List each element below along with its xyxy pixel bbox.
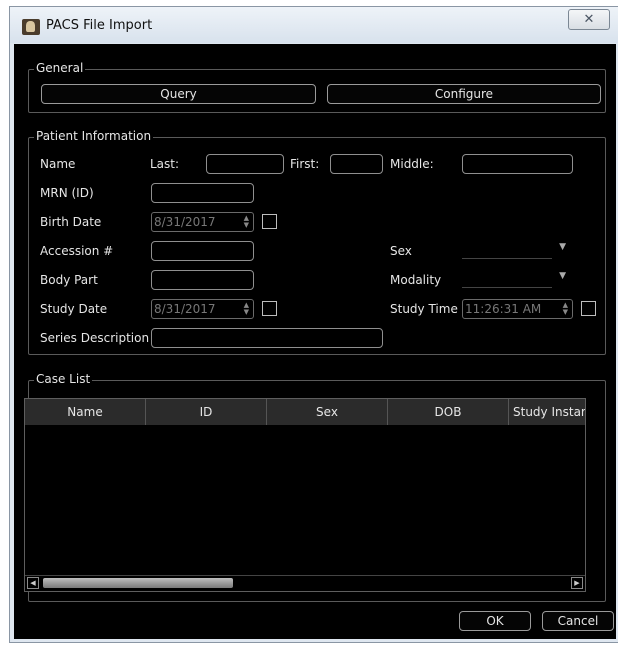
- mrn-input[interactable]: [151, 183, 254, 203]
- last-name-input[interactable]: [206, 154, 284, 174]
- column-header-id[interactable]: ID: [146, 399, 267, 425]
- window-title: PACS File Import: [46, 18, 153, 33]
- column-header-name[interactable]: Name: [25, 399, 146, 425]
- ok-button[interactable]: OK: [459, 611, 531, 631]
- scroll-left-icon[interactable]: ◀: [27, 577, 39, 589]
- patient-info-group-title: Patient Information: [34, 129, 154, 143]
- study-time-value: 11:26:31 AM: [465, 302, 542, 316]
- patient-info-group: Patient Information Name Last: First: Mi…: [28, 129, 606, 355]
- sex-label: Sex: [390, 244, 412, 258]
- case-list-group-title: Case List: [34, 372, 93, 386]
- general-group-title: General: [34, 61, 86, 75]
- body-part-input[interactable]: [151, 270, 254, 290]
- chevron-down-icon[interactable]: ▼: [559, 271, 566, 281]
- study-time-picker[interactable]: 11:26:31 AM ▲ ▼: [462, 299, 573, 319]
- scroll-right-icon[interactable]: ▶: [571, 577, 583, 589]
- pacs-import-window: PACS File Import ✕ General Query Configu…: [9, 6, 618, 643]
- title-bar: PACS File Import ✕: [10, 7, 618, 43]
- accession-label: Accession #: [40, 244, 114, 258]
- birth-date-label: Birth Date: [40, 215, 102, 229]
- column-header-dob[interactable]: DOB: [388, 399, 509, 425]
- first-name-label: First:: [290, 157, 320, 171]
- spin-arrows-icon[interactable]: ▲ ▼: [244, 215, 249, 229]
- first-name-input[interactable]: [330, 154, 383, 174]
- column-header-study-instance[interactable]: Study Instar: [509, 399, 585, 425]
- general-group: General Query Configure: [28, 61, 606, 113]
- modality-select[interactable]: ▼: [462, 270, 566, 288]
- last-name-label: Last:: [150, 157, 180, 171]
- middle-name-input[interactable]: [462, 154, 573, 174]
- mrn-label: MRN (ID): [40, 186, 94, 200]
- query-button[interactable]: Query: [41, 84, 316, 104]
- modality-label: Modality: [390, 273, 442, 287]
- study-date-value: 8/31/2017: [154, 302, 216, 316]
- study-time-checkbox[interactable]: [581, 301, 596, 316]
- horizontal-scrollbar[interactable]: ◀ ▶: [25, 575, 585, 591]
- study-date-checkbox[interactable]: [262, 301, 277, 316]
- cancel-button[interactable]: Cancel: [542, 611, 614, 631]
- column-header-sex[interactable]: Sex: [267, 399, 388, 425]
- name-label: Name: [40, 157, 76, 171]
- study-date-label: Study Date: [40, 302, 108, 316]
- pacs-app-icon: [22, 19, 40, 35]
- scrollbar-thumb[interactable]: [43, 578, 233, 588]
- dialog-body: General Query Configure Patient Informat…: [14, 44, 616, 639]
- birth-date-picker[interactable]: 8/31/2017 ▲ ▼: [151, 212, 254, 232]
- body-part-label: Body Part: [40, 273, 98, 287]
- study-time-label: Study Time: [390, 302, 458, 316]
- close-icon: ✕: [583, 12, 595, 27]
- sex-select[interactable]: ▼: [462, 241, 566, 259]
- case-list-table[interactable]: Name ID Sex DOB Study Instar ◀ ▶: [24, 398, 586, 592]
- spin-arrows-icon[interactable]: ▲ ▼: [563, 302, 568, 316]
- series-description-label: Series Description: [40, 331, 150, 345]
- table-header: Name ID Sex DOB Study Instar: [25, 399, 585, 425]
- close-button[interactable]: ✕: [568, 9, 610, 30]
- series-description-input[interactable]: [151, 328, 383, 348]
- spin-arrows-icon[interactable]: ▲ ▼: [244, 302, 249, 316]
- birth-date-value: 8/31/2017: [154, 215, 216, 229]
- middle-name-label: Middle:: [390, 157, 434, 171]
- study-date-picker[interactable]: 8/31/2017 ▲ ▼: [151, 299, 254, 319]
- accession-input[interactable]: [151, 241, 254, 261]
- configure-button[interactable]: Configure: [327, 84, 601, 104]
- chevron-down-icon[interactable]: ▼: [559, 242, 566, 252]
- birth-date-checkbox[interactable]: [262, 214, 277, 229]
